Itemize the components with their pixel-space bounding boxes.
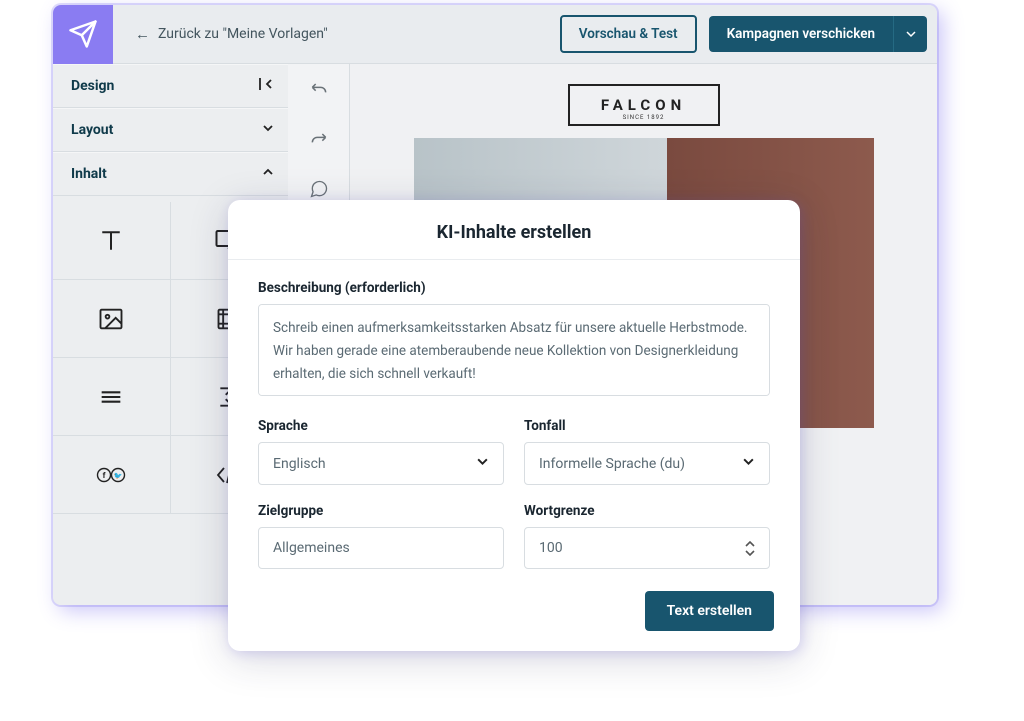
svg-text:🐦: 🐦 — [114, 472, 123, 480]
language-value: Englisch — [273, 456, 326, 472]
back-link-label: Zurück zu "Meine Vorlagen" — [158, 26, 328, 42]
send-campaign-button[interactable]: Kampagnen verschicken — [709, 16, 893, 52]
sidebar-row-design[interactable]: Design — [53, 64, 288, 108]
generate-text-label: Text erstellen — [667, 603, 752, 619]
redo-button[interactable] — [288, 114, 349, 164]
wordlimit-stepper[interactable]: 100 — [524, 527, 770, 569]
chevron-up-icon — [262, 166, 274, 182]
grid-item-image[interactable] — [53, 280, 171, 358]
back-link[interactable]: ← Zurück zu "Meine Vorlagen" — [135, 25, 328, 43]
arrow-left-icon: ← — [135, 25, 150, 43]
chevron-down-icon — [742, 455, 755, 472]
send-campaign-dropdown[interactable] — [893, 16, 927, 52]
preview-test-button[interactable]: Vorschau & Test — [560, 15, 697, 53]
logo-text: FALCON — [601, 96, 686, 114]
top-bar: ← Zurück zu "Meine Vorlagen" Vorschau & … — [53, 5, 937, 64]
modal-body: Beschreibung (erforderlich) Sprache Engl… — [228, 260, 800, 577]
divider-icon — [97, 383, 125, 411]
audience-label: Zielgruppe — [258, 503, 504, 519]
social-icon: f🐦 — [96, 465, 126, 485]
sidebar-label: Design — [71, 78, 114, 94]
language-select[interactable]: Englisch — [258, 442, 504, 485]
redo-icon — [309, 129, 329, 149]
generate-text-button[interactable]: Text erstellen — [645, 591, 774, 631]
svg-text:f: f — [103, 471, 106, 480]
undo-icon — [309, 79, 329, 99]
collapse-left-icon — [258, 76, 274, 96]
image-icon — [97, 305, 125, 333]
language-label: Sprache — [258, 418, 504, 434]
wordlimit-label: Wortgrenze — [524, 503, 770, 519]
ai-content-modal: KI-Inhalte erstellen Beschreibung (erfor… — [228, 200, 800, 651]
sidebar-label: Layout — [71, 122, 113, 138]
wordlimit-value: 100 — [539, 540, 563, 556]
description-input[interactable] — [258, 304, 770, 396]
comment-icon — [309, 179, 329, 199]
stepper-arrows[interactable] — [745, 541, 755, 556]
undo-button[interactable] — [288, 64, 349, 114]
tone-select[interactable]: Informelle Sprache (du) — [524, 442, 770, 485]
grid-item-text[interactable] — [53, 202, 171, 280]
send-campaign-group: Kampagnen verschicken — [709, 16, 927, 52]
audience-input[interactable]: Allgemeines — [258, 527, 504, 569]
sidebar-row-layout[interactable]: Layout — [53, 108, 288, 152]
grid-item-social[interactable]: f🐦 — [53, 436, 171, 514]
chevron-up-icon — [745, 541, 755, 548]
chevron-down-icon — [745, 549, 755, 556]
modal-footer: Text erstellen — [228, 577, 800, 635]
caret-down-icon — [906, 29, 916, 39]
text-icon — [96, 226, 126, 256]
send-campaign-label: Kampagnen verschicken — [727, 26, 875, 42]
sidebar-row-content[interactable]: Inhalt — [53, 152, 288, 196]
chevron-down-icon — [262, 122, 274, 138]
modal-title: KI-Inhalte erstellen — [228, 222, 800, 243]
modal-header: KI-Inhalte erstellen — [228, 200, 800, 260]
tone-value: Informelle Sprache (du) — [539, 456, 685, 472]
sidebar-label: Inhalt — [71, 166, 107, 182]
template-logo: FALCON SINCE 1892 — [568, 84, 720, 126]
logo-subtitle: SINCE 1892 — [623, 114, 665, 121]
brand-logo[interactable] — [53, 5, 113, 64]
grid-item-divider[interactable] — [53, 358, 171, 436]
preview-test-label: Vorschau & Test — [579, 26, 678, 42]
audience-value: Allgemeines — [273, 540, 350, 556]
description-label: Beschreibung (erforderlich) — [258, 280, 770, 296]
chevron-down-icon — [476, 455, 489, 472]
tone-label: Tonfall — [524, 418, 770, 434]
